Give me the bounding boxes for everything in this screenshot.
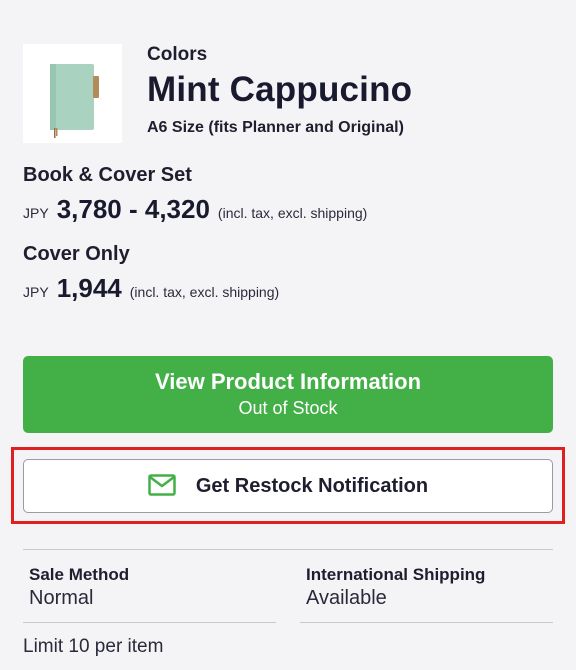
view-product-info-label: View Product Information bbox=[154, 369, 422, 394]
restock-notification-button[interactable]: Get Restock Notification bbox=[23, 459, 553, 513]
set-currency: JPY bbox=[23, 205, 49, 221]
cover-price-row: JPY 1,944 (incl. tax, excl. shipping) bbox=[23, 273, 279, 304]
sale-method-label: Sale Method bbox=[29, 565, 130, 584]
cover-tax-note: (incl. tax, excl. shipping) bbox=[129, 284, 280, 300]
mail-icon bbox=[148, 473, 176, 501]
notebook-cover-icon bbox=[50, 64, 99, 138]
cover-price: 1,944 bbox=[56, 273, 122, 303]
divider-right bbox=[300, 622, 553, 623]
colors-label: Colors bbox=[147, 44, 208, 65]
restock-notification-label: Get Restock Notification bbox=[195, 474, 429, 497]
sale-method-value: Normal bbox=[29, 587, 94, 609]
divider-top bbox=[23, 549, 553, 550]
set-tax-note: (incl. tax, excl. shipping) bbox=[217, 205, 368, 221]
product-thumbnail bbox=[23, 44, 122, 143]
book-cover-set-title: Book & Cover Set bbox=[23, 164, 192, 186]
divider-left bbox=[23, 622, 276, 623]
stock-status-label: Out of Stock bbox=[238, 398, 338, 418]
product-name: Mint Cappucino bbox=[147, 70, 413, 109]
set-price-row: JPY 3,780 - 4,320 (incl. tax, excl. ship… bbox=[23, 194, 367, 225]
set-price: 3,780 - 4,320 bbox=[56, 194, 210, 224]
international-shipping-value: Available bbox=[306, 587, 387, 609]
cover-currency: JPY bbox=[23, 284, 49, 300]
product-size: A6 Size (fits Planner and Original) bbox=[147, 119, 404, 136]
view-product-info-button[interactable]: View Product Information Out of Stock bbox=[23, 356, 553, 433]
cover-only-title: Cover Only bbox=[23, 243, 130, 265]
purchase-limit: Limit 10 per item bbox=[23, 636, 164, 657]
international-shipping-label: International Shipping bbox=[306, 565, 486, 584]
